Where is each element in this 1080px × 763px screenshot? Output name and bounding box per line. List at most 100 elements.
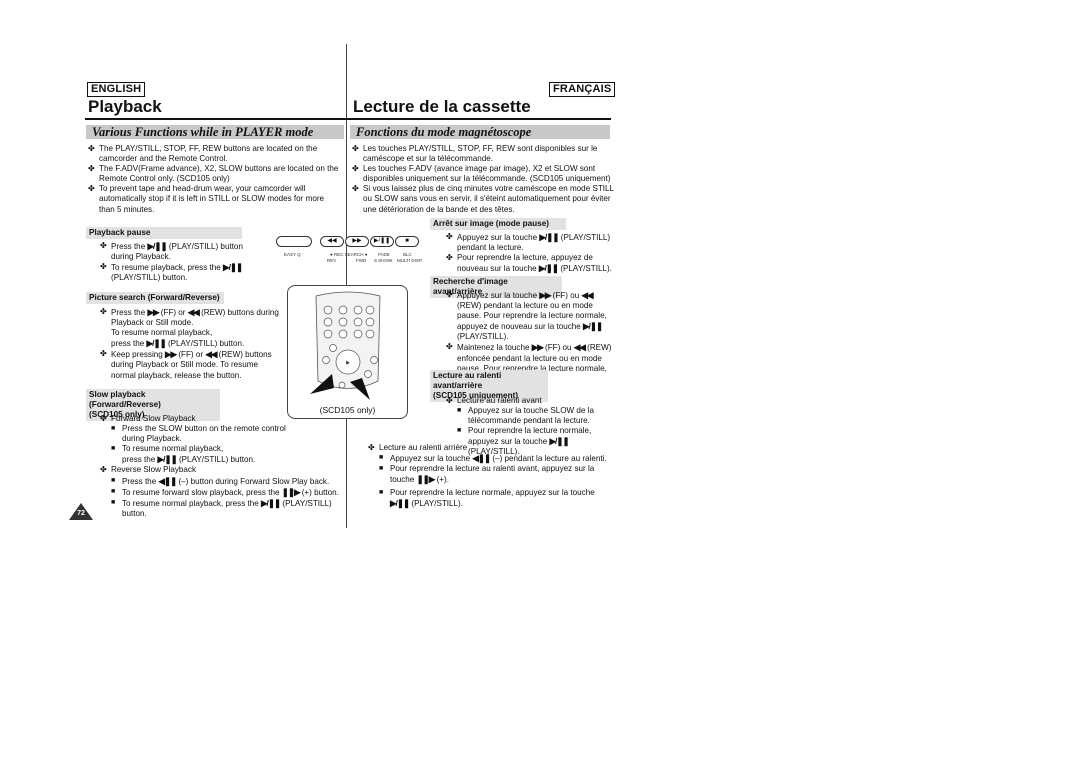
arret-list: ✤ Appuyez sur la touche ▶/❚❚ (PLAY/STILL)… xyxy=(446,232,616,274)
square-bullet-icon: ■ xyxy=(457,427,462,435)
page-number: 72 xyxy=(77,510,85,517)
play-still-icon: ▶/❚❚ xyxy=(157,454,178,465)
subheading-playback-pause: Playback pause xyxy=(86,227,242,239)
list-item: ✤ Appuyez sur la touche ▶/❚❚ (PLAY/STILL)… xyxy=(446,232,611,253)
sub-item: ■ To resume forward slow playback, press … xyxy=(111,486,339,497)
sub-item: ■ To resume normal playback, press the ▶/… xyxy=(111,497,332,518)
picture-search-list: ✤ Press the ▶▶ (FF) or ◀◀ (REW) buttons d… xyxy=(100,307,280,381)
slow-reverse-icon: ◀❚❚ xyxy=(158,475,177,486)
square-bullet-icon: ■ xyxy=(379,465,384,473)
bullet-icon: ✤ xyxy=(446,253,453,263)
bullet-icon: ✤ xyxy=(100,307,107,316)
bullet-icon: ✤ xyxy=(88,184,95,194)
ralenti-arriere-list: ✤ Lecture au ralenti arrière ■ Appuyez sur… xyxy=(368,443,618,510)
list-item: ✤ Reverse Slow Playback ■ Press the ◀❚❚ (–… xyxy=(100,465,350,518)
play-still-icon: ▶/❚❚ xyxy=(583,321,603,332)
remote-control-figure: ▶ (SCD105 only) xyxy=(287,285,408,419)
sshow-label: S.SHOW xyxy=(374,258,393,263)
slow-forward-icon: ❚❚▶ xyxy=(416,474,436,485)
play-still-button: ▶/❚❚ xyxy=(370,236,394,247)
remote-control-illustration: ▶ xyxy=(310,291,381,400)
page-number-badge: 72 xyxy=(69,503,93,520)
bullet-icon: ✤ xyxy=(446,232,453,241)
square-bullet-icon: ■ xyxy=(379,454,384,462)
list-item: ✤ Press the ▶▶ (FF) or ◀◀ (REW) buttons d… xyxy=(100,307,279,349)
page-title-english: Playback xyxy=(88,97,162,116)
square-bullet-icon: ■ xyxy=(111,476,116,484)
fade-label: FADE xyxy=(378,252,390,257)
camcorder-button-panel: ◀◀ ▶▶ ▶/❚❚ ■ EASY Q ● REC SEARCH ● FADE … xyxy=(272,232,423,272)
bullet-icon: ✤ xyxy=(100,465,107,475)
language-badge-francais: FRANÇAIS xyxy=(549,82,616,97)
language-badge-english: ENGLISH xyxy=(87,82,146,97)
sub-item: ■ Pour reprendre la lecture normale, appu… xyxy=(379,488,595,509)
play-still-icon: ▶/❚❚ xyxy=(223,262,243,273)
square-bullet-icon: ■ xyxy=(379,489,384,497)
page-title-francais: Lecture de la cassette xyxy=(353,97,531,116)
rew-icon: ◀◀ xyxy=(573,342,586,353)
play-still-icon: ▶/❚❚ xyxy=(261,497,281,508)
bullet-icon: ✤ xyxy=(100,241,107,250)
blc-label: BLC xyxy=(403,252,412,257)
intro-list-english: ✤ The PLAY/STILL, STOP, FF, REW buttons a… xyxy=(88,144,340,215)
svg-text:▶: ▶ xyxy=(346,360,350,366)
bullet-icon: ✤ xyxy=(100,349,107,359)
rew-icon: ◀◀ xyxy=(187,307,200,317)
bullet-icon: ✤ xyxy=(446,342,453,352)
title-rule-right xyxy=(347,118,611,120)
sub-item: ■ Pour reprendre la lecture au ralenti av… xyxy=(379,464,595,485)
easy-q-label: EASY Q xyxy=(284,252,301,257)
intro-list-francais: ✤ Les touches PLAY/STILL, STOP, FF, REW s… xyxy=(352,144,614,215)
square-bullet-icon: ■ xyxy=(111,487,116,495)
play-still-icon: ▶/❚❚ xyxy=(147,241,167,251)
list-item: ✤ Lecture au ralenti arrière ■ Appuyez sur… xyxy=(368,443,618,510)
bullet-icon: ✤ xyxy=(368,443,375,452)
slow-playback-list: ✤ Forward Slow Playback ■ Press the SLOW b… xyxy=(100,414,350,519)
playback-pause-list: ✤ Press the ▶/❚❚ (PLAY/STILL) button duri… xyxy=(100,241,260,283)
ff-icon: ▶▶ xyxy=(165,349,177,360)
easy-q-button xyxy=(276,236,312,247)
play-still-icon: ▶/❚❚ xyxy=(146,338,167,349)
list-item: ✤ Keep pressing ▶▶ (FF) or ◀◀ (REW) butto… xyxy=(100,349,272,380)
multi-disp-label: MULTI DISP. xyxy=(397,258,423,263)
bullet-icon: ✤ xyxy=(352,164,359,174)
rew-button: ◀◀ xyxy=(320,236,344,247)
bullet-icon: ✤ xyxy=(100,414,107,423)
list-item: ✤ To resume playback, press the ▶/❚❚ (PLA… xyxy=(100,262,243,283)
list-item: ✤ Pour reprendre la lecture, appuyez de n… xyxy=(446,253,612,274)
bullet-icon: ✤ xyxy=(100,262,107,272)
subheading-picture-search: Picture search (Forward/Reverse) xyxy=(86,292,224,304)
bullet-icon: ✤ xyxy=(88,144,95,153)
list-item: ✤ Les touches F.ADV (avance image par ima… xyxy=(352,164,611,184)
list-item: ✤ Les touches PLAY/STILL, STOP, FF, REW s… xyxy=(352,144,598,164)
bullet-icon: ✤ xyxy=(352,184,359,194)
square-bullet-icon: ■ xyxy=(457,407,462,415)
list-item: ✤ Press the ▶/❚❚ (PLAY/STILL) button duri… xyxy=(100,241,243,262)
fwd-label: FWD xyxy=(356,258,367,263)
sub-item: ■ Press the ◀❚❚ (–) button during Forward… xyxy=(111,475,330,486)
sub-item: ■ To resume normal playback, press the ▶/❚… xyxy=(111,444,256,465)
play-still-icon: ▶/❚❚ xyxy=(539,232,559,242)
ff-icon: ▶▶ xyxy=(531,342,544,353)
section-heading-english: Various Functions while in PLAYER mode xyxy=(86,125,344,139)
list-item: ✤ Si vous laissez plus de cinq minutes vo… xyxy=(352,184,614,214)
ff-icon: ▶▶ xyxy=(147,307,159,317)
list-item: ✤ Forward Slow Playback ■ Press the SLOW b… xyxy=(100,414,350,465)
rev-label: REV xyxy=(327,258,337,263)
slow-reverse-icon: ◀❚❚ xyxy=(472,453,491,464)
section-heading-francais: Fonctions du mode magnétoscope xyxy=(350,125,610,139)
ff-icon: ▶▶ xyxy=(539,290,551,300)
figure-connector-line xyxy=(346,272,347,284)
slow-forward-icon: ❚❚▶ xyxy=(281,486,301,497)
list-item: ✤ The PLAY/STILL, STOP, FF, REW buttons a… xyxy=(88,144,318,164)
list-item: ✤ The F.ADV(Frame advance), X2, SLOW butt… xyxy=(88,164,339,184)
rew-icon: ◀◀ xyxy=(581,290,593,300)
play-still-icon: ▶/❚❚ xyxy=(538,263,559,274)
list-item: ✤ To prevent tape and head-drum wear, you… xyxy=(88,184,325,214)
ff-button: ▶▶ xyxy=(345,236,369,247)
sub-item: ■ Appuyez sur la touche ◀❚❚ (–) pendant l… xyxy=(379,453,607,464)
bullet-icon: ✤ xyxy=(352,144,359,153)
rew-icon: ◀◀ xyxy=(205,349,217,360)
sub-item: ■ Press the SLOW button on the remote con… xyxy=(111,424,286,444)
rec-search-label: ● REC SEARCH ● xyxy=(330,252,368,257)
